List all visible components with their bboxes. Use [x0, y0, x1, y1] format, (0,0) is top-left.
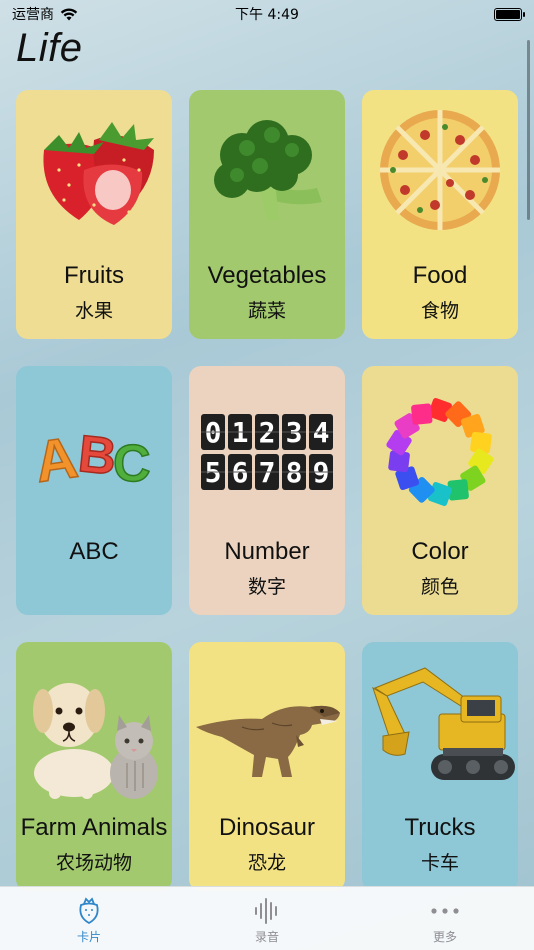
svg-text:A: A	[31, 425, 82, 495]
category-card-vegetables[interactable]: Vegetables 蔬菜	[189, 90, 345, 339]
status-time: 下午 4:49	[235, 7, 299, 23]
card-title-zh: 农场动物	[55, 852, 132, 874]
card-art	[16, 642, 172, 814]
card-title-en: Color	[411, 538, 469, 565]
card-art	[362, 90, 518, 250]
digit-row-2: 56789	[201, 454, 333, 490]
card-title-en: Farm Animals	[20, 814, 168, 841]
card-title-zh: 水果	[74, 300, 113, 322]
card-title-en: Food	[412, 262, 468, 289]
category-card-farm-animals[interactable]: Farm Animals 农场动物	[16, 642, 172, 891]
tab-label: 更多	[432, 930, 457, 944]
card-art	[362, 642, 518, 814]
category-card-color[interactable]: Color 颜色	[362, 366, 518, 615]
tab-label: 录音	[254, 930, 279, 944]
pizza-icon	[380, 110, 500, 230]
broccoli-icon	[214, 120, 322, 220]
card-title-zh: 颜色	[420, 576, 459, 598]
waveform-icon	[255, 898, 277, 924]
card-art	[189, 90, 345, 250]
category-card-number[interactable]: 01234 56789 Number 数字	[189, 366, 345, 615]
card-title-zh: 蔬菜	[247, 300, 286, 322]
card-title-en: Dinosaur	[218, 814, 316, 841]
excavator-icon	[372, 667, 515, 780]
category-card-food[interactable]: Food 食物	[362, 90, 518, 339]
color-cube	[411, 403, 433, 425]
status-left: 运营商	[12, 4, 78, 24]
strawberry-outline-icon	[79, 897, 99, 925]
tab-label: 卡片	[76, 930, 101, 944]
card-title-en: Number	[224, 538, 310, 565]
category-card-trucks[interactable]: Trucks 卡车	[362, 642, 518, 891]
card-title-zh: 卡车	[420, 852, 459, 874]
card-title-en: Trucks	[404, 814, 476, 841]
card-art: 01234 56789	[189, 366, 345, 538]
carrier-label: 运营商	[12, 7, 54, 23]
tab-cards[interactable]: 卡片	[29, 897, 149, 945]
card-title-zh: 数字	[247, 576, 286, 598]
dog-cat-icon	[33, 683, 158, 799]
dinosaur-icon	[196, 705, 340, 777]
card-title-en: ABC	[69, 538, 119, 565]
card-title-en: Fruits	[64, 262, 124, 289]
app-title: Life	[16, 26, 83, 70]
category-card-abc[interactable]: A B C ABC	[16, 366, 172, 615]
svg-text:C: C	[113, 435, 151, 493]
battery-level-fill	[496, 9, 520, 19]
battery-icon	[494, 7, 525, 21]
card-art	[189, 642, 345, 814]
card-art: A B C	[16, 366, 172, 538]
category-card-dinosaur[interactable]: Dinosaur 恐龙	[189, 642, 345, 891]
card-title-zh: 恐龙	[247, 852, 286, 874]
category-card-fruits[interactable]: Fruits 水果	[16, 90, 172, 339]
card-art	[16, 90, 172, 250]
number-digits-icon: 01234 56789	[201, 414, 333, 490]
wifi-icon	[60, 8, 78, 20]
color-wheel-icon	[386, 398, 494, 506]
scroll-indicator	[527, 40, 530, 220]
tab-recordings[interactable]: 录音	[207, 897, 327, 945]
more-dots-icon	[431, 908, 459, 914]
card-title-en: Vegetables	[207, 262, 327, 289]
digit-row-1: 01234	[201, 414, 333, 450]
tab-bar: 卡片 录音 更多	[0, 886, 534, 950]
tab-more[interactable]: 更多	[385, 897, 505, 945]
card-title-zh: 食物	[420, 300, 459, 322]
card-art	[362, 366, 518, 538]
strawberry-icon	[43, 122, 154, 225]
abc-letters-icon: A B C	[30, 424, 151, 496]
status-bar: 运营商 下午 4:49	[0, 0, 534, 28]
category-grid: Fruits 水果 Vegetables 蔬菜 Food 食物 A B C AB…	[16, 90, 518, 891]
